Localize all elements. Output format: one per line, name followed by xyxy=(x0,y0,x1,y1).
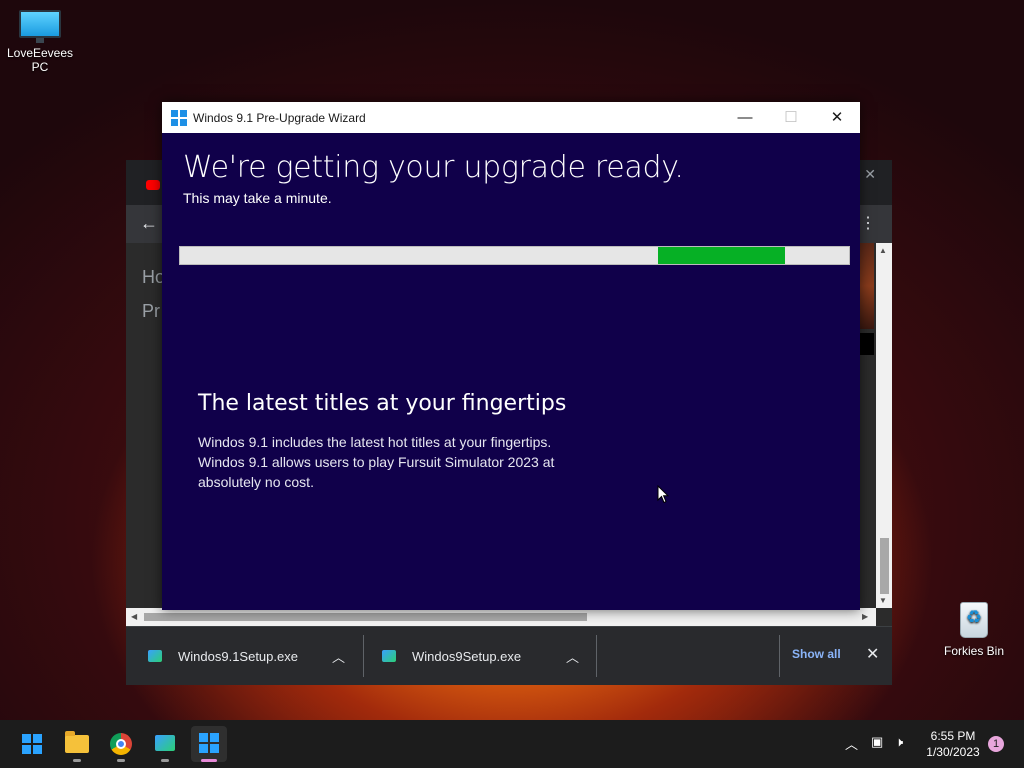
clock-time: 6:55 PM xyxy=(930,729,976,743)
file-explorer-icon xyxy=(65,731,89,753)
upgrade-wizard-window: Windos 9.1 Pre-Upgrade Wizard — ☐ ✕ We'r… xyxy=(162,102,860,610)
volume-icon[interactable]: 🕨 xyxy=(895,734,903,750)
title-bar[interactable]: Windos 9.1 Pre-Upgrade Wizard — ☐ ✕ xyxy=(162,102,860,133)
taskbar-file-explorer[interactable] xyxy=(59,726,95,762)
clock-date: 1/30/2023 xyxy=(926,745,980,759)
page-title: We're getting your upgrade ready. xyxy=(183,150,684,185)
page-thumbnail xyxy=(860,243,874,329)
chevron-up-icon[interactable]: ︿ xyxy=(332,627,345,685)
scroll-up-icon[interactable]: ▲ xyxy=(879,246,887,255)
minimize-button[interactable]: — xyxy=(722,105,768,131)
download-item[interactable]: Windos9Setup.exe xyxy=(382,627,592,685)
scroll-thumb[interactable] xyxy=(880,538,889,594)
page-subtitle: This may take a minute. xyxy=(183,190,332,206)
feature-title: The latest titles at your fingertips xyxy=(198,391,567,416)
running-indicator xyxy=(201,759,217,762)
taskbar: ︿ ▣ 🕨 xyxy=(0,720,1024,768)
taskbar-chrome[interactable] xyxy=(103,726,139,762)
running-indicator xyxy=(161,759,169,762)
back-arrow-icon[interactable]: ← xyxy=(140,213,158,234)
setup-file-icon xyxy=(382,650,396,662)
divider xyxy=(779,635,780,677)
download-bar: Windos9.1Setup.exe ︿ Windos9Setup.exe ︿ … xyxy=(126,626,892,685)
show-all-button[interactable]: Show all xyxy=(792,647,841,661)
maximize-button: ☐ xyxy=(784,109,798,126)
download-filename: Windos9Setup.exe xyxy=(412,648,522,664)
desktop-icon-label: Forkies Bin xyxy=(943,644,1005,658)
feature-description: Windos 9.1 includes the latest hot title… xyxy=(198,434,555,490)
show-hidden-icons-chevron-icon[interactable]: ︿ xyxy=(845,734,858,753)
taskbar-wizard[interactable] xyxy=(191,726,227,762)
windows-logo-icon xyxy=(171,110,187,126)
download-filename: Windos9.1Setup.exe xyxy=(178,648,298,664)
scroll-thumb[interactable] xyxy=(144,613,587,621)
notification-badge[interactable]: 1 xyxy=(988,736,1004,752)
scroll-right-icon[interactable]: ▶ xyxy=(862,612,868,621)
chevron-up-icon[interactable]: ︿ xyxy=(566,627,579,685)
youtube-icon xyxy=(146,180,160,190)
windos-wizard-icon xyxy=(199,733,219,753)
desktop-icon-label: LoveEevees PC xyxy=(6,46,74,74)
divider xyxy=(596,635,597,677)
desktop-icon-pc[interactable]: LoveEevees PC xyxy=(0,10,80,74)
system-clock[interactable]: 6:55 PM 1/30/2023 xyxy=(920,728,986,760)
scroll-left-icon[interactable]: ◀ xyxy=(131,612,137,621)
setup-icon xyxy=(155,735,175,751)
desktop-icon-bin[interactable]: ♻ Forkies Bin xyxy=(934,598,1014,658)
recycle-bin-icon: ♻ xyxy=(956,598,992,638)
network-icon[interactable]: ▣ xyxy=(871,734,883,750)
close-download-bar-button[interactable]: ✕ xyxy=(866,644,879,664)
scroll-down-icon[interactable]: ▼ xyxy=(879,596,887,605)
horizontal-scrollbar[interactable]: ◀ ▶ xyxy=(126,608,876,626)
divider xyxy=(363,635,364,677)
window-title: Windos 9.1 Pre-Upgrade Wizard xyxy=(193,111,366,125)
vertical-scrollbar[interactable]: ▲ ▼ xyxy=(876,243,892,608)
page-thumbnail-dark xyxy=(860,333,874,355)
close-button[interactable]: ✕ xyxy=(814,105,860,131)
running-indicator xyxy=(117,759,125,762)
close-icon[interactable]: ✕ xyxy=(864,166,876,183)
start-button[interactable] xyxy=(14,726,50,762)
monitor-icon xyxy=(19,10,61,43)
progress-fill xyxy=(657,247,785,264)
setup-file-icon xyxy=(148,650,162,662)
start-icon xyxy=(22,734,42,754)
more-menu-icon[interactable]: ⋮ xyxy=(860,213,876,233)
taskbar-setup[interactable] xyxy=(147,726,183,762)
chrome-icon xyxy=(110,733,132,755)
progress-bar xyxy=(179,246,850,265)
running-indicator xyxy=(73,759,81,762)
download-item[interactable]: Windos9.1Setup.exe xyxy=(148,627,358,685)
